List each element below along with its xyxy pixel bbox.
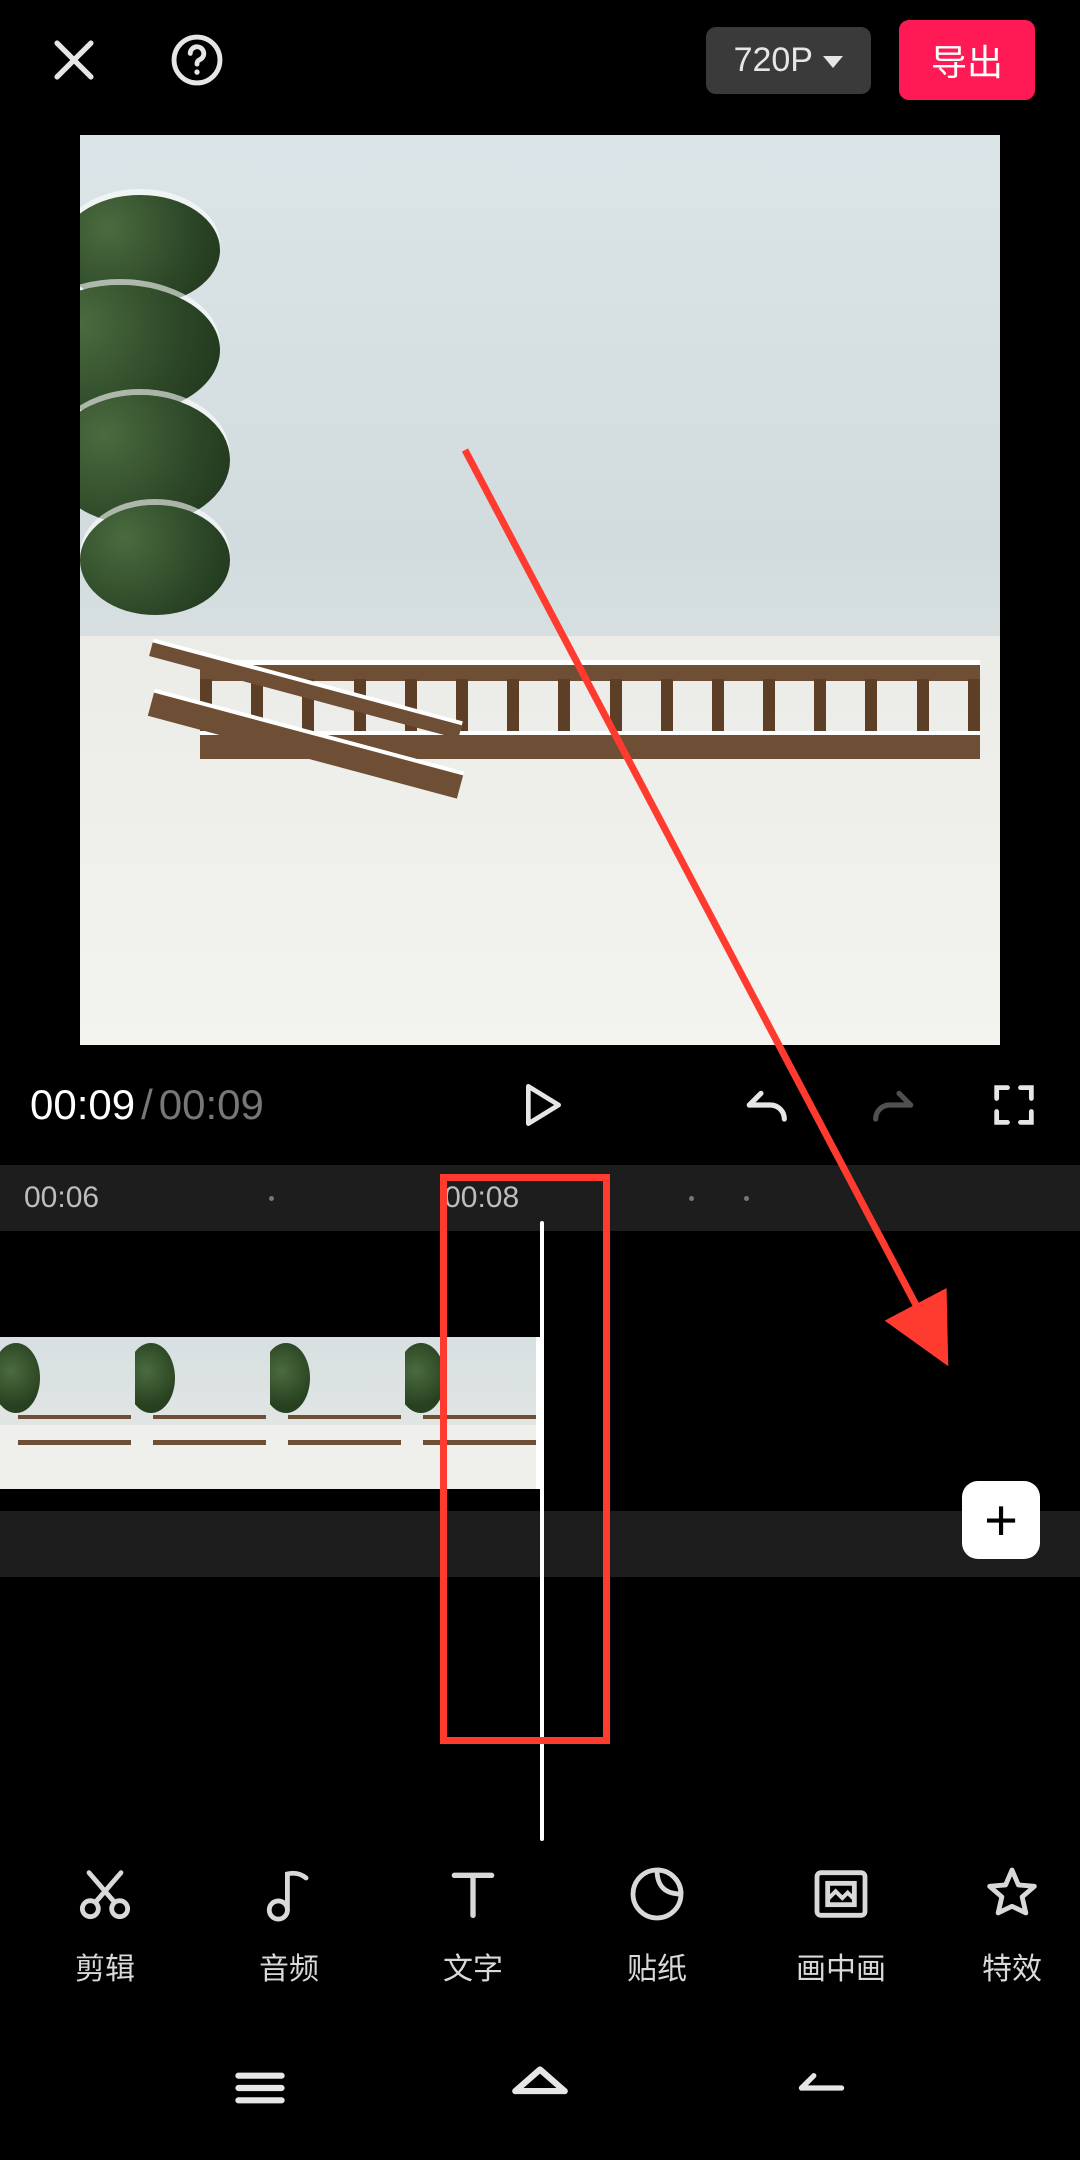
help-icon bbox=[168, 31, 226, 89]
ruler-dot bbox=[689, 1196, 694, 1201]
playback-controls: 00:09 / 00:09 bbox=[0, 1045, 1080, 1165]
pip-icon bbox=[809, 1862, 873, 1926]
current-time: 00:09 bbox=[30, 1081, 135, 1129]
menu-icon bbox=[223, 2051, 297, 2125]
timeline[interactable]: 00:06 00:08 + bbox=[0, 1165, 1080, 1905]
chevron-down-icon bbox=[823, 56, 843, 68]
home-icon bbox=[503, 2051, 577, 2125]
export-button[interactable]: 导出 bbox=[899, 20, 1035, 100]
timeline-playhead[interactable] bbox=[540, 1221, 544, 1841]
clip-thumbnail bbox=[405, 1337, 540, 1489]
tool-label: 剪辑 bbox=[75, 1944, 135, 1988]
tool-sticker[interactable]: 贴纸 bbox=[612, 1862, 702, 1988]
nav-menu-button[interactable] bbox=[223, 2051, 297, 2130]
resolution-label: 720P bbox=[734, 41, 813, 80]
tool-label: 贴纸 bbox=[627, 1944, 687, 1988]
tool-strip: 剪辑 音频 文字 贴纸 画中画 特效 bbox=[0, 1830, 1080, 2020]
tool-label: 音频 bbox=[259, 1944, 319, 1988]
tool-pip[interactable]: 画中画 bbox=[796, 1862, 886, 1988]
time-separator: / bbox=[141, 1081, 153, 1129]
star-icon bbox=[980, 1862, 1044, 1926]
redo-icon bbox=[864, 1077, 920, 1133]
add-clip-button[interactable]: + bbox=[962, 1481, 1040, 1559]
play-icon bbox=[512, 1077, 568, 1133]
video-clip[interactable] bbox=[0, 1337, 540, 1489]
sticker-icon bbox=[625, 1862, 689, 1926]
redo-button bbox=[864, 1077, 920, 1133]
duration-time: 00:09 bbox=[159, 1081, 264, 1129]
text-icon bbox=[441, 1862, 505, 1926]
clip-thumbnail bbox=[0, 1337, 135, 1489]
tool-label: 文字 bbox=[443, 1944, 503, 1988]
scissors-icon bbox=[73, 1862, 137, 1926]
tool-audio[interactable]: 音频 bbox=[244, 1862, 334, 1988]
plus-icon: + bbox=[984, 1487, 1018, 1554]
export-label: 导出 bbox=[931, 42, 1003, 83]
ruler-label: 00:08 bbox=[444, 1181, 519, 1215]
undo-icon bbox=[740, 1077, 796, 1133]
tool-label: 特效 bbox=[982, 1944, 1042, 1988]
clip-thumbnail bbox=[270, 1337, 405, 1489]
nav-home-button[interactable] bbox=[503, 2051, 577, 2130]
help-button[interactable] bbox=[168, 31, 226, 89]
fullscreen-button[interactable] bbox=[988, 1079, 1040, 1131]
video-preview[interactable] bbox=[80, 135, 1000, 1045]
ruler-dot bbox=[744, 1196, 749, 1201]
close-button[interactable] bbox=[45, 31, 103, 89]
system-nav-bar bbox=[0, 2020, 1080, 2160]
top-toolbar: 720P 导出 bbox=[0, 0, 1080, 120]
resolution-button[interactable]: 720P bbox=[706, 27, 871, 94]
tool-cut[interactable]: 剪辑 bbox=[60, 1862, 150, 1988]
close-icon bbox=[45, 31, 103, 89]
ruler-dot bbox=[269, 1196, 274, 1201]
clip-thumbnail bbox=[135, 1337, 270, 1489]
timeline-tracks[interactable]: + bbox=[0, 1231, 1080, 1905]
preview-scene-deck bbox=[200, 635, 980, 785]
preview-scene-tree bbox=[80, 195, 280, 615]
music-note-icon bbox=[257, 1862, 321, 1926]
play-button[interactable] bbox=[512, 1077, 568, 1133]
ruler-label: 00:06 bbox=[24, 1181, 99, 1215]
back-icon bbox=[783, 2051, 857, 2125]
tool-text[interactable]: 文字 bbox=[428, 1862, 518, 1988]
undo-button[interactable] bbox=[740, 1077, 796, 1133]
nav-back-button[interactable] bbox=[783, 2051, 857, 2130]
tool-effects[interactable]: 特效 bbox=[980, 1862, 1044, 1988]
tool-label: 画中画 bbox=[796, 1944, 886, 1988]
preview-area bbox=[0, 120, 1080, 1045]
fullscreen-icon bbox=[988, 1079, 1040, 1131]
